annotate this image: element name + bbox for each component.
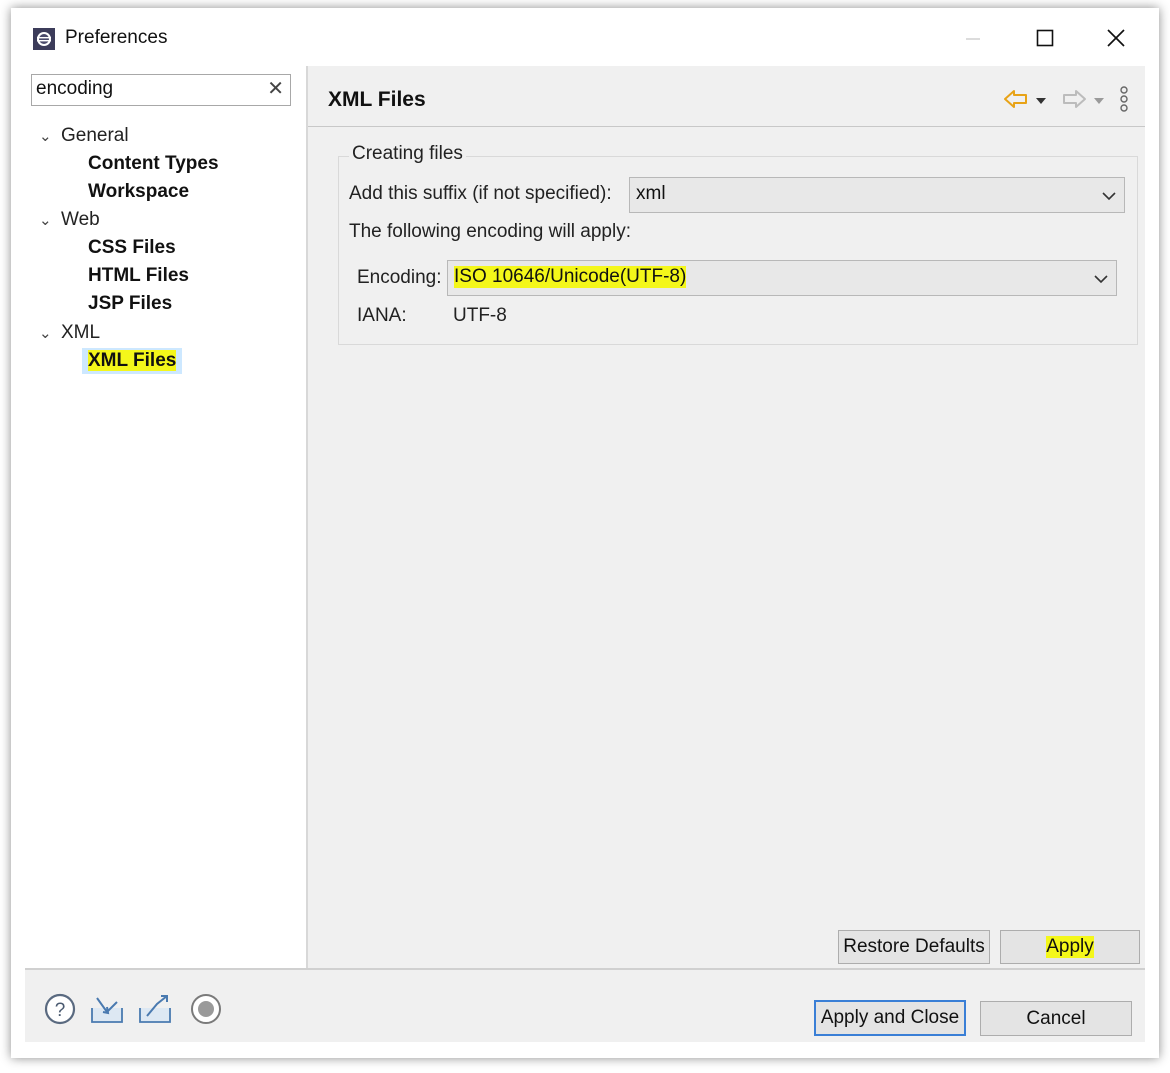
tree-item-jsp-files[interactable]: JSP Files <box>88 291 172 317</box>
chevron-down-icon[interactable]: ⌄ <box>39 124 61 150</box>
close-icon[interactable] <box>1088 18 1144 58</box>
apply-button[interactable]: Apply <box>1000 930 1140 964</box>
title-bar: Preferences <box>11 8 1159 66</box>
forward-dropdown-icon[interactable] <box>1093 93 1105 111</box>
tree-category-xml[interactable]: ⌄ XML <box>39 320 100 346</box>
page-title: XML Files <box>328 88 426 111</box>
record-icon[interactable] <box>189 992 223 1026</box>
chevron-down-icon[interactable]: ⌄ <box>39 208 61 234</box>
suffix-label: Add this suffix (if not specified): <box>349 183 612 204</box>
page-header-separator <box>308 126 1145 127</box>
iana-value: UTF-8 <box>453 305 507 326</box>
chevron-down-icon[interactable]: ⌄ <box>39 321 61 347</box>
dialog-content: ✕ ⌄General Content Types Workspace ⌄Web … <box>25 66 1145 968</box>
encoding-dropdown[interactable]: ISO 10646/Unicode(UTF-8) <box>447 260 1117 296</box>
filter-field[interactable]: ✕ <box>31 74 291 106</box>
tree-category-web[interactable]: ⌄ Web <box>39 207 100 233</box>
tree-item-css-files[interactable]: CSS Files <box>88 235 176 261</box>
apply-label: Apply <box>1046 936 1094 958</box>
suffix-dropdown[interactable]: xml <box>629 177 1125 213</box>
tree-category-label: Web <box>61 209 100 230</box>
back-dropdown-icon[interactable] <box>1035 93 1047 111</box>
iana-label: IANA: <box>357 305 407 326</box>
maximize-icon[interactable] <box>1017 18 1073 58</box>
view-menu-icon[interactable] <box>1119 86 1129 117</box>
encoding-note: The following encoding will apply: <box>349 221 631 242</box>
import-icon[interactable] <box>89 992 123 1026</box>
restore-defaults-label: Restore Defaults <box>843 936 985 957</box>
tree-item-content-types[interactable]: Content Types <box>88 151 219 177</box>
encoding-value: ISO 10646/Unicode(UTF-8) <box>454 266 687 288</box>
chevron-down-icon[interactable] <box>1094 271 1108 289</box>
preferences-window: Preferences ✕ ⌄General Content Types Wor… <box>11 8 1159 1058</box>
help-icon[interactable]: ? <box>43 992 77 1026</box>
page-navigation <box>1003 86 1129 117</box>
tree-item-html-files[interactable]: HTML Files <box>88 263 189 289</box>
export-icon[interactable] <box>137 992 171 1026</box>
cancel-label: Cancel <box>1026 1007 1086 1029</box>
apply-and-close-button[interactable]: Apply and Close <box>814 1000 966 1036</box>
filter-input[interactable] <box>36 77 256 101</box>
tree-category-label: General <box>61 125 129 146</box>
tree-category-general[interactable]: ⌄ General <box>39 123 129 149</box>
dialog-footer: ? Apply and Close Cancel <box>25 970 1145 1042</box>
tree-item-xml-files[interactable]: XML Files <box>82 348 183 374</box>
group-label: Creating files <box>349 143 466 165</box>
encoding-label: Encoding: <box>357 267 442 288</box>
tree-category-label: XML <box>61 322 101 343</box>
preference-tree-pane: ✕ ⌄General Content Types Workspace ⌄Web … <box>25 66 306 968</box>
apply-and-close-label: Apply and Close <box>820 1007 960 1028</box>
window-title: Preferences <box>65 27 168 48</box>
clear-x-icon[interactable]: ✕ <box>267 78 284 100</box>
svg-text:?: ? <box>55 1000 66 1021</box>
eclipse-app-icon <box>33 28 55 50</box>
creating-files-group: Creating files Add this suffix (if not s… <box>338 143 1138 345</box>
forward-arrow-icon[interactable] <box>1061 89 1087 114</box>
preference-page: XML Files Creating files Add this suffix… <box>308 66 1145 968</box>
minimize-icon[interactable] <box>945 18 1001 58</box>
chevron-down-icon[interactable] <box>1102 188 1116 206</box>
back-arrow-icon[interactable] <box>1003 89 1029 114</box>
restore-defaults-button[interactable]: Restore Defaults <box>838 930 990 964</box>
tree-item-workspace[interactable]: Workspace <box>88 179 189 205</box>
tree-item-label: XML Files <box>88 350 177 371</box>
cancel-button[interactable]: Cancel <box>980 1001 1132 1036</box>
suffix-value: xml <box>636 183 666 204</box>
